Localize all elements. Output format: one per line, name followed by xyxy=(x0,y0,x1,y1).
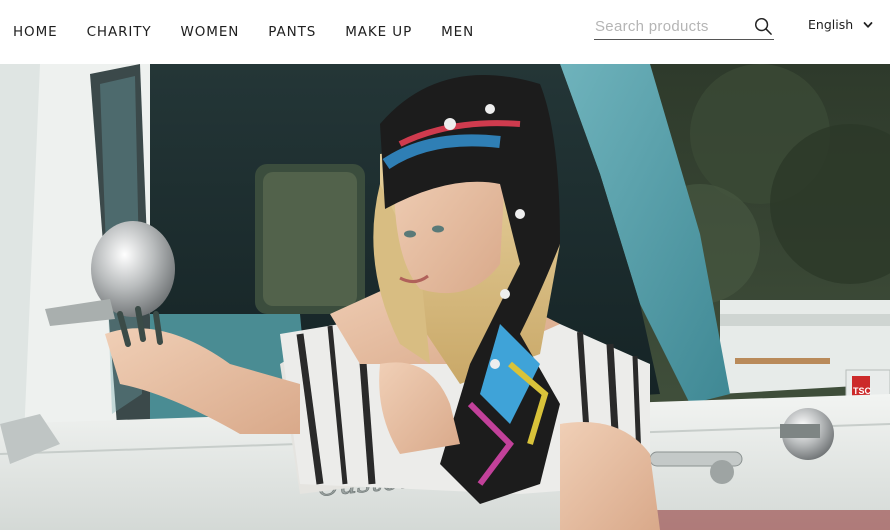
nav-item-men[interactable]: MEN xyxy=(441,24,474,40)
main-nav: HOME CHARITY WOMEN PANTS MAKE UP MEN xyxy=(13,24,503,40)
language-selector[interactable]: English xyxy=(808,17,873,32)
hero-image: TSC Custom C xyxy=(0,64,890,530)
search-box xyxy=(594,14,774,40)
hero-banner[interactable]: TSC Custom C xyxy=(0,64,890,530)
sticker-text: TSC xyxy=(853,386,872,396)
search-input[interactable] xyxy=(594,18,744,35)
nav-item-charity[interactable]: CHARITY xyxy=(87,24,152,40)
site-header: HOME CHARITY WOMEN PANTS MAKE UP MEN Eng… xyxy=(0,0,890,64)
search-icon[interactable] xyxy=(754,17,773,36)
nav-item-women[interactable]: WOMEN xyxy=(181,24,240,40)
nav-item-make-up[interactable]: MAKE UP xyxy=(345,24,412,40)
language-label: English xyxy=(808,17,854,32)
chevron-down-icon xyxy=(863,21,873,28)
nav-item-home[interactable]: HOME xyxy=(13,24,58,40)
nav-item-pants[interactable]: PANTS xyxy=(268,24,316,40)
